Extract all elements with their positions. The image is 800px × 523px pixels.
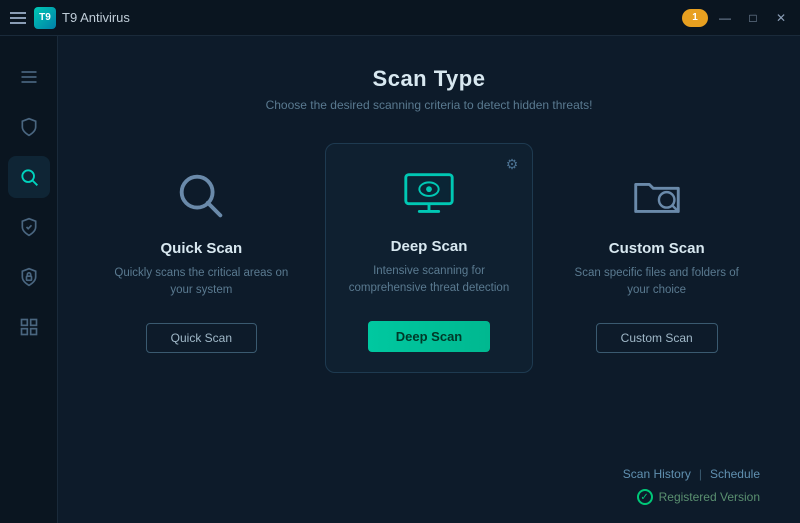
custom-scan-title: Custom Scan [609, 240, 705, 257]
quick-scan-button[interactable]: Quick Scan [146, 323, 257, 353]
sidebar-item-tools[interactable] [8, 306, 50, 348]
deep-scan-card: ⚙ Deep Scan In [325, 143, 534, 373]
schedule-link[interactable]: Schedule [710, 467, 760, 481]
settings-icon[interactable]: ⚙ [506, 156, 519, 173]
quick-scan-desc: Quickly scans the critical areas on your… [114, 265, 289, 305]
custom-scan-desc: Scan specific files and folders of your … [569, 265, 744, 305]
custom-scan-icon [627, 166, 687, 226]
footer: Scan History | Schedule ✓ Registered Ver… [623, 467, 760, 505]
grid-icon [19, 317, 39, 337]
lock-shield-icon [19, 267, 39, 287]
deep-scan-icon [399, 164, 459, 224]
monitor-scan-icon [400, 165, 458, 223]
sidebar-item-protection[interactable] [8, 106, 50, 148]
check-shield-icon [19, 217, 39, 237]
close-button[interactable]: ✕ [770, 7, 792, 29]
deep-scan-title: Deep Scan [391, 238, 468, 255]
scan-history-link[interactable]: Scan History [623, 467, 691, 481]
search-circle-icon [172, 167, 230, 225]
menu-icon[interactable] [10, 12, 26, 24]
scan-cards-container: Quick Scan Quickly scans the critical ar… [98, 142, 760, 373]
registered-badge: ✓ Registered Version [637, 489, 760, 505]
sidebar-item-menu[interactable] [8, 56, 50, 98]
check-circle-icon: ✓ [637, 489, 653, 505]
app-name: T9 Antivirus [62, 10, 130, 25]
minimize-button[interactable]: — [714, 7, 736, 29]
main-content: Scan Type Choose the desired scanning cr… [58, 36, 800, 523]
shield-icon [19, 117, 39, 137]
main-layout: Scan Type Choose the desired scanning cr… [0, 36, 800, 523]
search-icon [19, 167, 39, 187]
deep-scan-desc: Intensive scanning for comprehensive thr… [342, 263, 517, 303]
title-bar: T9 T9 Antivirus 1 — □ ✕ [0, 0, 800, 36]
sidebar-item-scan[interactable] [8, 156, 50, 198]
notification-badge[interactable]: 1 [682, 9, 708, 27]
custom-scan-button[interactable]: Custom Scan [596, 323, 718, 353]
registered-label: Registered Version [659, 490, 760, 504]
app-logo: T9 T9 Antivirus [34, 7, 130, 29]
quick-scan-card: Quick Scan Quickly scans the critical ar… [98, 142, 305, 373]
logo-badge: T9 [34, 7, 56, 29]
footer-divider: | [699, 467, 702, 481]
quick-scan-title: Quick Scan [160, 240, 242, 257]
folder-search-icon [628, 167, 686, 225]
custom-scan-card: Custom Scan Scan specific files and fold… [553, 142, 760, 373]
page-subtitle: Choose the desired scanning criteria to … [266, 98, 593, 112]
deep-scan-button[interactable]: Deep Scan [368, 321, 490, 352]
quick-scan-icon [171, 166, 231, 226]
sidebar [0, 36, 58, 523]
menu-icon [19, 67, 39, 87]
page-title: Scan Type [373, 66, 486, 92]
footer-links: Scan History | Schedule [623, 467, 760, 481]
sidebar-item-secure[interactable] [8, 206, 50, 248]
title-bar-left: T9 T9 Antivirus [10, 7, 130, 29]
title-bar-controls: 1 — □ ✕ [682, 7, 792, 29]
sidebar-item-privacy[interactable] [8, 256, 50, 298]
maximize-button[interactable]: □ [742, 7, 764, 29]
